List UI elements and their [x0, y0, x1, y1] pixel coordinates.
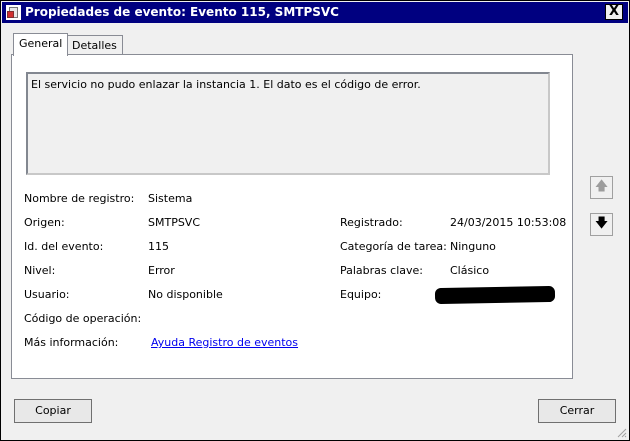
computer-label: Equipo:	[340, 288, 382, 301]
arrow-down-icon: 🡇	[594, 216, 609, 231]
event-description-text: El servicio no pudo enlazar la instancia…	[31, 78, 421, 91]
event-id-value: 115	[148, 240, 169, 253]
source-label: Origen:	[24, 216, 65, 229]
log-name-label: Nombre de registro:	[24, 192, 135, 205]
level-label: Nivel:	[24, 264, 56, 277]
tab-detalles[interactable]: Detalles	[66, 35, 123, 56]
event-description-box[interactable]: El servicio no pudo enlazar la instancia…	[26, 72, 550, 175]
event-properties-window: Propiedades de evento: Evento 115, SMTPS…	[0, 0, 630, 441]
task-category-value: Ninguno	[450, 240, 496, 253]
title-bar[interactable]: Propiedades de evento: Evento 115, SMTPS…	[2, 2, 628, 23]
window-title: Propiedades de evento: Evento 115, SMTPS…	[25, 5, 339, 19]
user-label: Usuario:	[24, 288, 70, 301]
arrow-up-icon: 🡅	[594, 179, 609, 194]
more-info-label: Más información:	[24, 336, 119, 349]
tab-general-label: General	[19, 37, 63, 50]
event-log-help-link[interactable]: Ayuda Registro de eventos	[151, 336, 298, 349]
resize-grip-icon[interactable]	[617, 428, 627, 438]
opcode-label: Código de operación:	[24, 312, 142, 325]
close-button[interactable]: Cerrar	[538, 399, 616, 423]
task-category-label: Categoría de tarea:	[340, 240, 447, 253]
copy-button[interactable]: Copiar	[14, 399, 92, 423]
level-value: Error	[148, 264, 175, 277]
previous-event-button[interactable]: 🡅	[590, 176, 613, 199]
event-viewer-icon	[6, 5, 21, 20]
close-icon[interactable]: X	[605, 4, 623, 20]
tab-general[interactable]: General	[13, 33, 69, 56]
source-value: SMTPSVC	[148, 216, 201, 229]
redacted-computer-name	[434, 285, 556, 305]
event-id-label: Id. del evento:	[24, 240, 104, 253]
logged-value: 24/03/2015 10:53:08	[450, 216, 567, 229]
user-value: No disponible	[148, 288, 223, 301]
keywords-label: Palabras clave:	[340, 264, 423, 277]
logged-label: Registrado:	[340, 216, 403, 229]
tab-detalles-label: Detalles	[72, 39, 117, 52]
general-tab-panel: El servicio no pudo enlazar la instancia…	[11, 54, 573, 379]
next-event-button[interactable]: 🡇	[590, 213, 613, 236]
keywords-value: Clásico	[450, 264, 490, 277]
log-name-value: Sistema	[148, 192, 193, 205]
